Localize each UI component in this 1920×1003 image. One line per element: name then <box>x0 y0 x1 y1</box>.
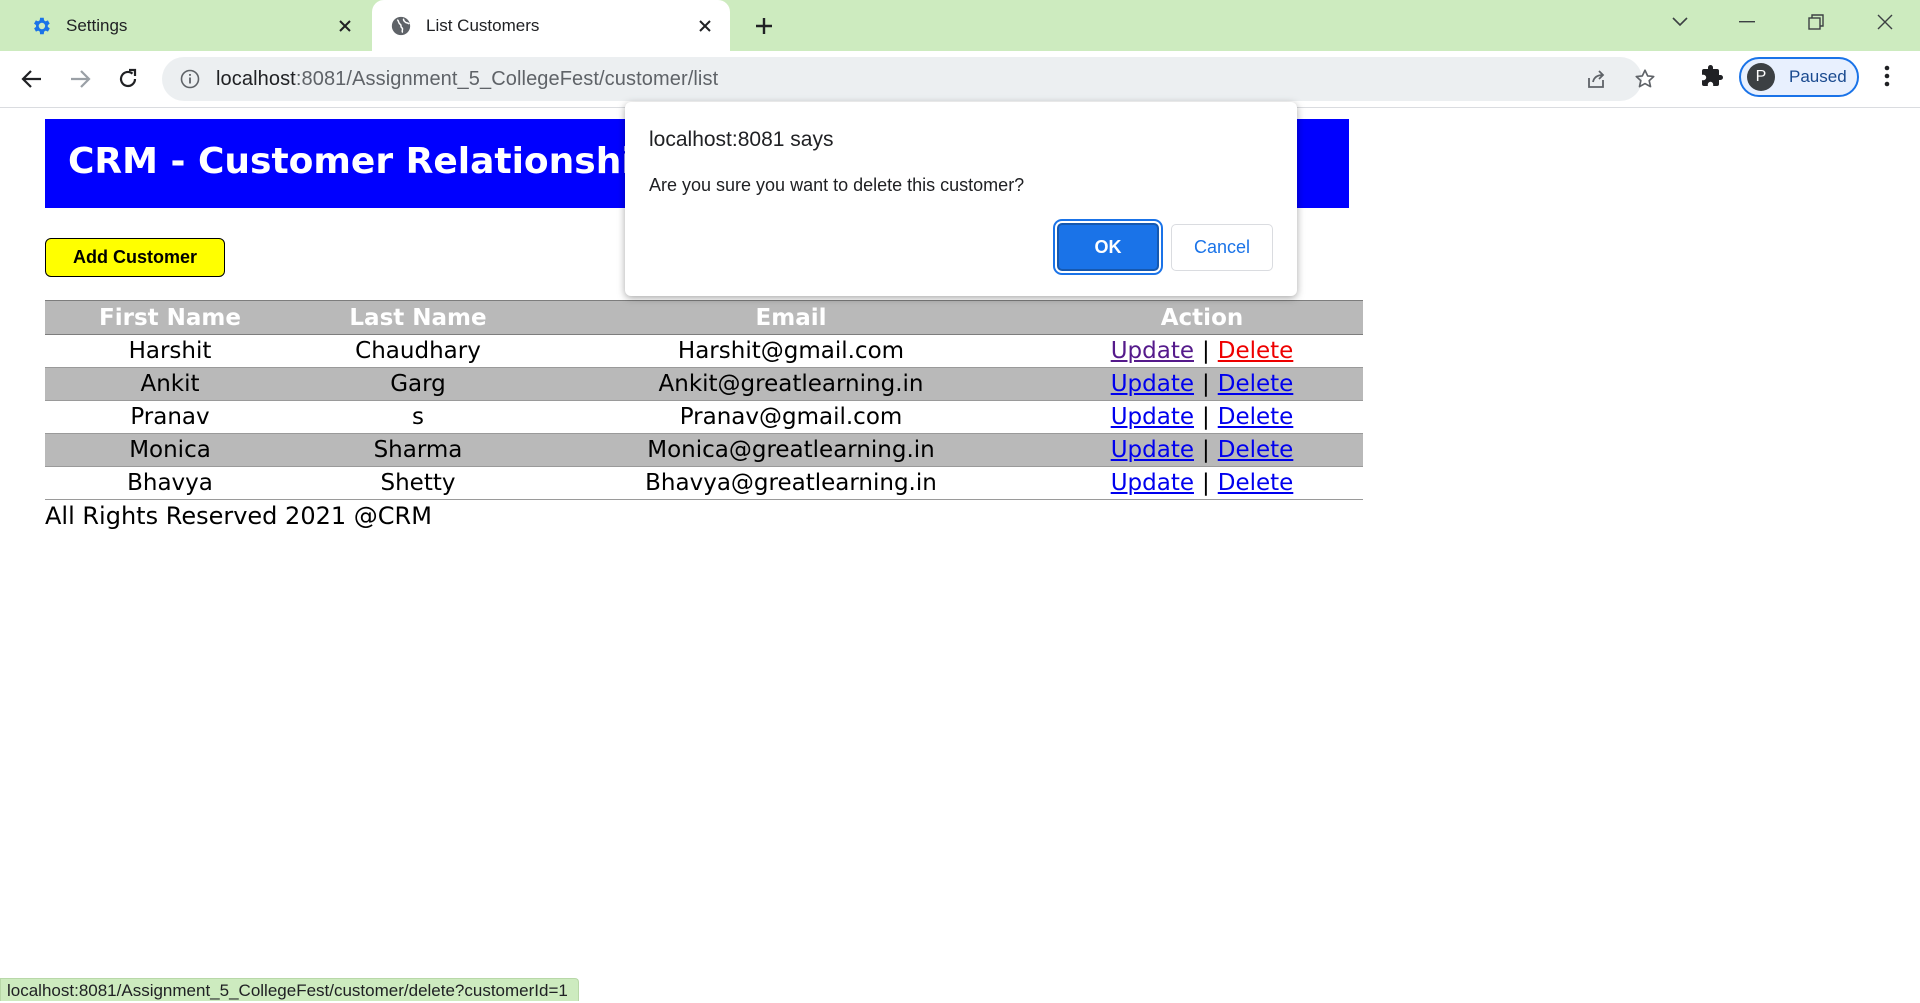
separator: | <box>1201 437 1210 463</box>
more-menu-icon[interactable] <box>1872 61 1902 91</box>
dialog-message: Are you sure you want to delete this cus… <box>649 175 1025 195</box>
cancel-button[interactable]: Cancel <box>1171 224 1273 271</box>
ok-button[interactable]: OK <box>1057 223 1159 271</box>
column-header-last-name: Last Name <box>295 300 541 335</box>
cell-first-name: Harshit <box>45 334 295 368</box>
column-header-action: Action <box>1041 300 1363 335</box>
cell-action: Update | Delete <box>1041 367 1363 401</box>
status-url-bubble: localhost:8081/Assignment_5_CollegeFest/… <box>0 978 579 1001</box>
delete-link[interactable]: Delete <box>1218 404 1294 430</box>
profile-button[interactable]: P Paused <box>1739 57 1859 97</box>
cell-first-name: Bhavya <box>45 466 295 500</box>
gear-icon <box>30 15 52 37</box>
cell-action: Update | Delete <box>1041 334 1363 368</box>
close-icon[interactable] <box>330 11 360 41</box>
tab-search-chevron-icon[interactable] <box>1660 8 1700 36</box>
separator: | <box>1201 371 1210 397</box>
table-row: Pranav s Pranav@gmail.com Update | Delete <box>45 400 1363 434</box>
delete-link[interactable]: Delete <box>1218 470 1294 496</box>
tab-title: Settings <box>66 15 128 35</box>
cell-last-name: s <box>295 400 541 434</box>
globe-icon <box>390 15 412 37</box>
table-header-row: First Name Last Name Email Action <box>45 300 1363 335</box>
separator: | <box>1201 470 1210 496</box>
star-bookmark-icon[interactable] <box>1633 67 1657 91</box>
update-link[interactable]: Update <box>1111 371 1194 397</box>
cell-email: Bhavya@greatlearning.in <box>541 466 1041 500</box>
cell-email: Ankit@greatlearning.in <box>541 367 1041 401</box>
cell-first-name: Monica <box>45 433 295 467</box>
table-row: Bhavya Shetty Bhavya@greatlearning.in Up… <box>45 466 1363 500</box>
extensions-puzzle-icon[interactable] <box>1697 61 1727 91</box>
cell-email: Harshit@gmail.com <box>541 334 1041 368</box>
cell-email: Monica@greatlearning.in <box>541 433 1041 467</box>
cell-first-name: Pranav <box>45 400 295 434</box>
separator: | <box>1201 404 1210 430</box>
close-icon[interactable] <box>690 11 720 41</box>
delete-link[interactable]: Delete <box>1218 437 1294 463</box>
table-row: Monica Sharma Monica@greatlearning.in Up… <box>45 433 1363 467</box>
confirm-dialog: localhost:8081 says Are you sure you wan… <box>625 102 1297 296</box>
column-header-first-name: First Name <box>45 300 295 335</box>
address-bar[interactable]: localhost:8081/Assignment_5_CollegeFest/… <box>162 57 1655 101</box>
update-link[interactable]: Update <box>1111 338 1194 364</box>
restore-icon[interactable] <box>1796 8 1836 36</box>
cell-action: Update | Delete <box>1041 466 1363 500</box>
update-link[interactable]: Update <box>1111 470 1194 496</box>
add-customer-button[interactable]: Add Customer <box>45 238 225 277</box>
cell-action: Update | Delete <box>1041 433 1363 467</box>
cell-last-name: Sharma <box>295 433 541 467</box>
tab-list-customers[interactable]: List Customers <box>372 0 730 51</box>
update-link[interactable]: Update <box>1111 437 1194 463</box>
tab-settings[interactable]: Settings <box>0 0 370 51</box>
customer-table: First Name Last Name Email Action Harshi… <box>45 300 1363 500</box>
table-row: Ankit Garg Ankit@greatlearning.in Update… <box>45 367 1363 401</box>
footer-text: All Rights Reserved 2021 @CRM <box>45 502 432 530</box>
update-link[interactable]: Update <box>1111 404 1194 430</box>
new-tab-plus-icon[interactable] <box>748 10 780 42</box>
share-icon[interactable] <box>1584 67 1608 91</box>
separator: | <box>1201 338 1210 364</box>
close-window-icon[interactable] <box>1865 8 1905 36</box>
cell-first-name: Ankit <box>45 367 295 401</box>
dialog-title: localhost:8081 says <box>649 128 834 151</box>
cell-email: Pranav@gmail.com <box>541 400 1041 434</box>
reload-icon[interactable] <box>110 61 146 97</box>
avatar: P <box>1747 63 1775 91</box>
tab-strip: Settings List Customers <box>0 0 1920 51</box>
forward-arrow-icon[interactable] <box>62 61 98 97</box>
delete-link[interactable]: Delete <box>1218 338 1294 364</box>
tab-title: List Customers <box>426 15 540 35</box>
cell-last-name: Shetty <box>295 466 541 500</box>
cell-last-name: Garg <box>295 367 541 401</box>
back-arrow-icon[interactable] <box>14 61 50 97</box>
cell-last-name: Chaudhary <box>295 334 541 368</box>
info-icon[interactable] <box>178 67 202 91</box>
url-text: localhost:8081/Assignment_5_CollegeFest/… <box>216 67 719 90</box>
delete-link[interactable]: Delete <box>1218 371 1294 397</box>
cell-action: Update | Delete <box>1041 400 1363 434</box>
profile-status-label: Paused <box>1789 67 1847 86</box>
minimize-icon[interactable] <box>1727 8 1767 36</box>
table-row: Harshit Chaudhary Harshit@gmail.com Upda… <box>45 334 1363 368</box>
column-header-email: Email <box>541 300 1041 335</box>
browser-toolbar: localhost:8081/Assignment_5_CollegeFest/… <box>0 51 1920 108</box>
